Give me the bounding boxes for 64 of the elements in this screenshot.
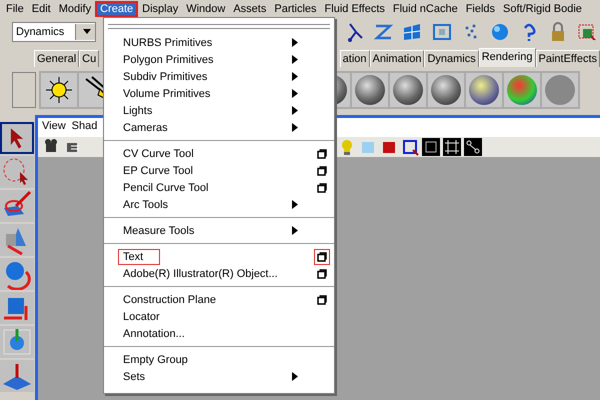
sphere-icon[interactable] [507,74,537,104]
menu-item[interactable]: Volume Primitives [118,86,216,102]
shelf-tab[interactable]: ation [340,50,370,67]
paint-brush-icon[interactable] [0,190,34,222]
menu-item[interactable]: Fields [462,1,500,17]
menu-item[interactable]: CV Curve Tool [118,146,199,162]
submenu-arrow-icon [292,200,298,209]
panel-menu-item[interactable]: Shad [72,120,98,135]
sphere-icon[interactable] [431,74,461,104]
sphere-icon[interactable] [469,74,499,104]
menu-item[interactable]: File [2,1,28,17]
menu-item[interactable]: Polygon Primitives [118,52,218,68]
menu-item[interactable]: Measure Tools [118,222,200,238]
tear-off-bar[interactable] [108,24,330,29]
sphere-icon[interactable] [393,74,423,104]
menu-item[interactable]: Display [138,1,182,17]
submenu-arrow-icon [292,372,298,381]
scale-icon[interactable] [0,292,34,324]
shelf-tab[interactable]: Rendering [478,48,536,67]
menu-item[interactable]: Sets [118,368,150,384]
menu-item[interactable]: Subdiv Primitives [118,68,212,84]
mode-dropdown[interactable]: Dynamics [12,22,96,42]
panel-menu-item[interactable]: View [42,120,66,135]
shelf-tab[interactable]: Animation [370,50,424,67]
shelf-tab[interactable]: Cu [79,50,100,67]
wireframe-cube-icon[interactable] [422,138,440,156]
soft-modify-icon[interactable] [0,360,34,392]
sun-icon[interactable] [44,74,74,104]
menu-item[interactable]: Create [95,1,138,17]
manipulator-icon[interactable] [0,326,34,358]
menu-item[interactable]: Locator [118,308,165,324]
shelf-tab[interactable]: General [34,50,80,67]
menu-item[interactable]: Assets [229,1,270,17]
rotate-icon[interactable] [0,258,34,290]
shelf-tab[interactable]: Dynamics [424,50,479,67]
menu-item[interactable]: Construction Plane [118,292,221,308]
move-icon[interactable] [0,224,34,256]
menu-item[interactable]: Pencil Curve Tool [118,180,214,196]
menu-item[interactable]: Lights [118,102,158,118]
grid-icon[interactable] [443,138,461,156]
sphere-icon[interactable] [355,74,385,104]
menu-item[interactable]: Adobe(R) Illustrator(R) Object... [118,266,283,282]
menu-item[interactable]: Soft/Rigid Bodie [499,1,586,17]
caret-icon[interactable] [83,29,92,34]
shelf-menu-button[interactable] [12,72,36,108]
menu-item[interactable]: Text [118,248,160,264]
submenu-arrow-icon [292,226,298,235]
menu-item[interactable]: Modify [54,1,96,17]
menu-item[interactable]: Particles [270,1,321,17]
menu-item[interactable]: Annotation... [118,326,190,342]
shelf-tab[interactable]: PaintEffects [536,50,600,67]
menu-item[interactable]: NURBS Primitives [118,34,218,50]
isolate-select-icon[interactable] [401,138,419,156]
menu-item[interactable]: Fluid nCache [388,1,462,17]
joints-icon[interactable] [464,138,482,156]
lasso-icon[interactable] [0,156,34,188]
menu-item[interactable]: EP Curve Tool [118,162,198,178]
menu-item[interactable]: Fluid Effects [320,1,389,17]
menu-item[interactable]: Empty Group [118,352,193,368]
menu-item[interactable]: Edit [28,1,55,17]
option-box-icon[interactable] [314,248,330,264]
menu-item[interactable]: Window [182,1,230,17]
menu-item[interactable]: Arc Tools [118,196,174,212]
menu-item[interactable]: Cameras [118,120,173,136]
